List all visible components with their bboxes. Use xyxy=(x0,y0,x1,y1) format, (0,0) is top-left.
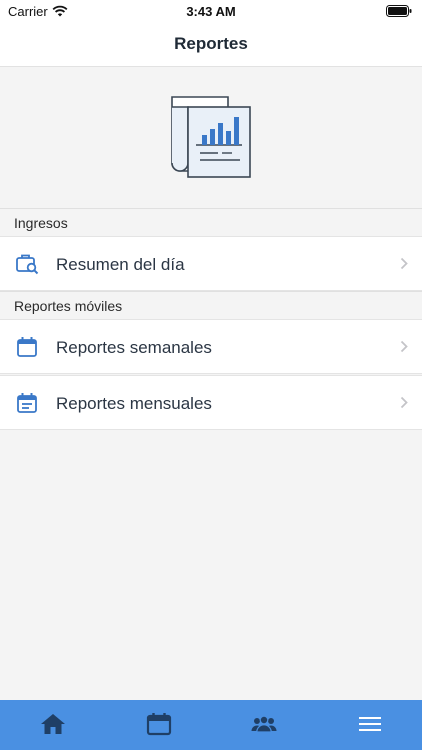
status-bar: Carrier 3:43 AM xyxy=(0,0,422,22)
chevron-right-icon xyxy=(400,257,408,275)
report-chart-illustration-icon xyxy=(171,96,251,178)
menu-icon xyxy=(358,717,381,731)
list-item-label: Reportes mensuales xyxy=(56,394,212,413)
calendar-list-icon xyxy=(16,392,38,419)
home-icon xyxy=(41,714,65,734)
section-title: Reportes móviles xyxy=(14,298,123,314)
list-item-resumen-del-dia[interactable]: Resumen del día xyxy=(0,236,422,291)
list-item-label: Resumen del día xyxy=(56,255,185,274)
section-header-ingresos: Ingresos xyxy=(0,208,422,237)
tab-calendar[interactable] xyxy=(106,700,212,750)
tab-home[interactable] xyxy=(0,700,106,750)
briefcase-search-icon xyxy=(16,253,40,280)
list-item-label: Reportes semanales xyxy=(56,338,212,357)
list-item-reportes-semanales[interactable]: Reportes semanales xyxy=(0,319,422,374)
page-title: Reportes xyxy=(174,34,248,53)
reports-illustration xyxy=(0,67,422,207)
tab-menu[interactable] xyxy=(317,700,422,750)
tab-bar xyxy=(0,700,422,750)
tab-users[interactable] xyxy=(211,700,317,750)
users-icon xyxy=(251,715,277,733)
battery-icon xyxy=(386,4,412,22)
section-title: Ingresos xyxy=(14,215,68,231)
chevron-right-icon xyxy=(400,340,408,358)
calendar-icon xyxy=(146,713,171,736)
section-header-reportes-moviles: Reportes móviles xyxy=(0,291,422,320)
chevron-right-icon xyxy=(400,396,408,414)
navigation-bar: Reportes xyxy=(0,22,422,67)
calendar-icon xyxy=(16,336,38,363)
list-item-reportes-mensuales[interactable]: Reportes mensuales xyxy=(0,375,422,430)
status-time: 3:43 AM xyxy=(186,4,236,19)
